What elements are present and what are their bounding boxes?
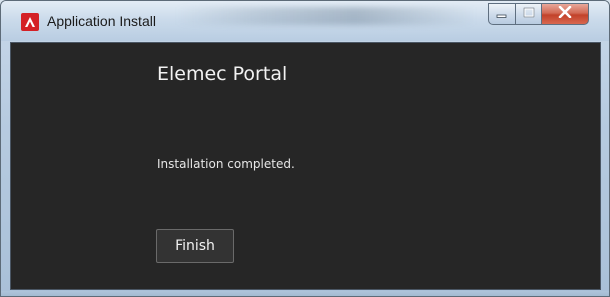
minimize-button[interactable]	[488, 3, 516, 25]
minimize-icon	[496, 5, 508, 23]
adobe-air-icon[interactable]	[21, 13, 39, 31]
close-button[interactable]	[541, 3, 589, 25]
status-message: Installation completed.	[157, 157, 295, 171]
app-name-heading: Elemec Portal	[157, 63, 288, 85]
installer-content: Elemec Portal Installation completed. Fi…	[10, 42, 601, 290]
maximize-button[interactable]	[515, 3, 542, 25]
close-icon	[558, 5, 572, 23]
window-bottom-border	[1, 291, 609, 296]
install-window: Application Install Elemec Portal Instal…	[0, 0, 610, 297]
maximize-icon	[523, 5, 535, 23]
finish-button[interactable]: Finish	[156, 229, 234, 263]
title-bar-glass	[176, 7, 476, 25]
window-title: Application Install	[47, 13, 156, 29]
title-bar[interactable]: Application Install	[1, 1, 609, 41]
